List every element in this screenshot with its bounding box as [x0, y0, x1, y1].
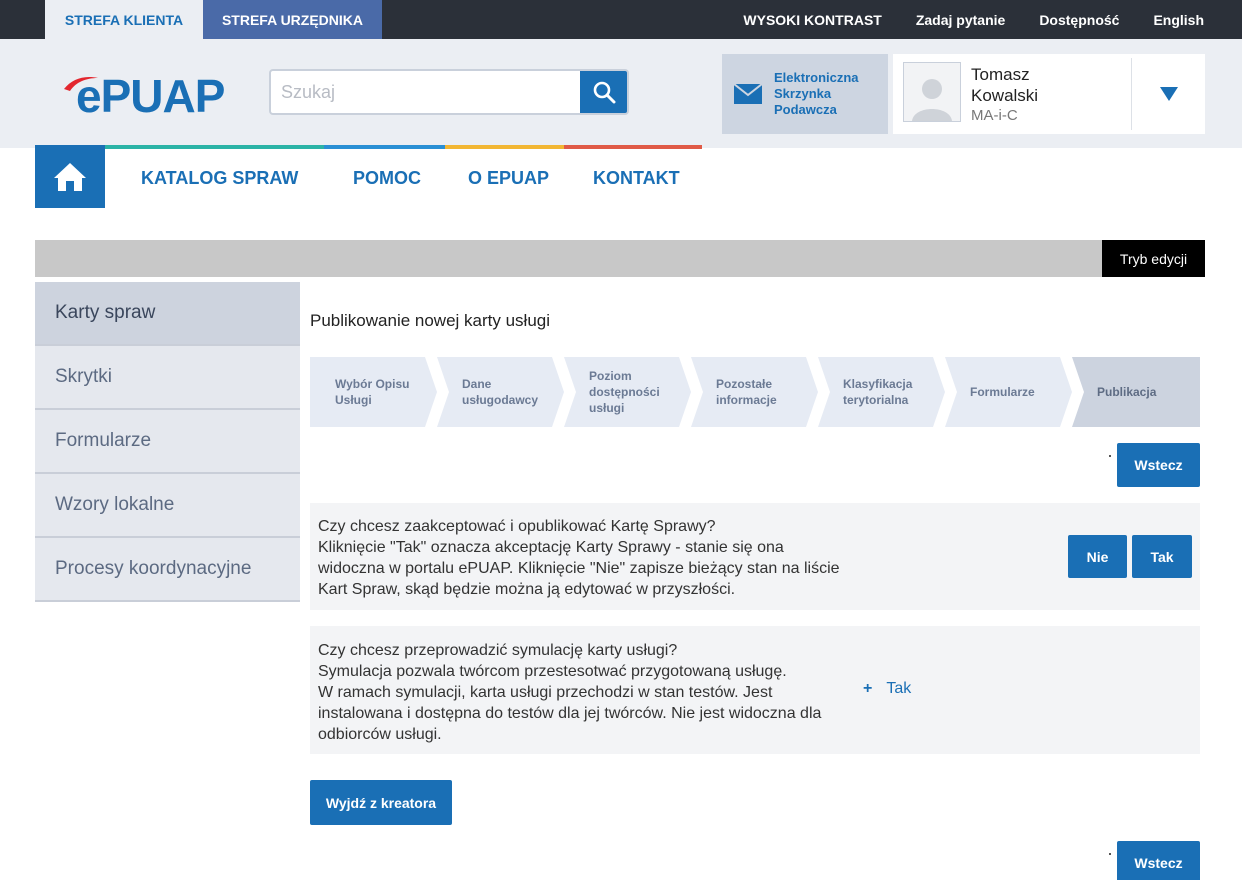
wizard-steps: Wybór Opisu Usługi Dane usługodawcy Poziom… [310, 357, 1200, 427]
inbox-label-line-3: Podawcza [774, 102, 837, 117]
wizard-step-5[interactable]: Klasyfikacja terytorialna [818, 357, 945, 427]
avatar[interactable] [903, 62, 961, 122]
exit-wizard-button[interactable]: Wyjdź z kreatora [310, 780, 452, 825]
inbox-label-line-2: Skrzynka [774, 86, 832, 101]
page-title: Publikowanie nowej karty usługi [310, 311, 551, 330]
top-bar: STREFA KLIENTA STREFA URZĘDNIKA WYSOKI K… [0, 0, 1242, 39]
step-label: Formularze [970, 385, 1035, 399]
triangle-down-icon [1159, 87, 1178, 101]
zone-tab-official[interactable]: STREFA URZĘDNIKA [203, 0, 382, 39]
user-placeholder-icon [912, 79, 952, 121]
wizard-step-1[interactable]: Wybór Opisu Usługi [310, 357, 437, 427]
sidebar-item-local-templates[interactable]: Wzory lokalne [35, 474, 300, 538]
epuap-logo-graphic: ePUAP [64, 70, 226, 122]
nav-about[interactable]: O ePUAP [468, 168, 549, 189]
header: ePUAP Elektroniczna Skrzynka Podawcza [0, 39, 1242, 148]
publish-yes-button[interactable]: Tak [1132, 535, 1192, 578]
nav-case-catalog[interactable]: KATALOG SPRAW [141, 168, 298, 189]
step-label: Pozostałe informacje [716, 377, 777, 407]
wizard-step-3[interactable]: Poziom dostępności usługi [564, 357, 691, 427]
nav-stripe-yellow [445, 145, 564, 149]
publish-question-text: Czy chcesz zaakceptować i opublikować Ka… [318, 518, 840, 598]
plus-icon: + [863, 680, 873, 697]
inbox-label-line-1: Elektroniczna [774, 70, 859, 85]
user-menu-toggle[interactable] [1132, 54, 1205, 134]
search-input[interactable] [271, 71, 581, 113]
nav-stripe-teal [105, 145, 324, 149]
nav-help[interactable]: POMOC [353, 168, 421, 189]
sidebar-item-coordination-processes[interactable]: Procesy koordynacyjne [35, 538, 300, 602]
step-label: Poziom dostępności usługi [589, 369, 660, 415]
high-contrast-link[interactable]: WYSOKI KONTRAST [743, 12, 881, 28]
inbox-label: Elektroniczna Skrzynka Podawcza [774, 70, 859, 118]
sidebar-item-forms[interactable]: Formularze [35, 410, 300, 474]
sidebar-item-mailboxes[interactable]: Skrytki [35, 346, 300, 410]
simulation-question-text: Czy chcesz przeprowadzić symulację karty… [318, 642, 822, 743]
zone-tab-client[interactable]: STREFA KLIENTA [45, 0, 203, 39]
dot-marker-bottom [1109, 853, 1111, 855]
wizard-step-4[interactable]: Pozostałe informacje [691, 357, 818, 427]
simulation-yes-label: Tak [886, 680, 912, 697]
nav-contact[interactable]: KONTAKT [593, 168, 680, 189]
user-panel: Tomasz Kowalski MA-i-C [893, 54, 1205, 134]
back-button-bottom[interactable]: Wstecz [1117, 841, 1200, 880]
nav-stripe-red [564, 145, 702, 149]
inbox-button[interactable]: Elektroniczna Skrzynka Podawcza [722, 54, 888, 134]
svg-text:ePUAP: ePUAP [76, 70, 225, 119]
ask-question-link[interactable]: Zadaj pytanie [916, 12, 1005, 28]
wizard-step-7[interactable]: Publikacja [1072, 357, 1200, 427]
sidebar-item-case-cards[interactable]: Karty spraw [35, 282, 300, 346]
epuap-logo[interactable]: ePUAP [62, 69, 242, 122]
sidebar: Karty spraw Skrytki Formularze Wzory lok… [35, 282, 300, 602]
step-label: Wybór Opisu Usługi [335, 377, 410, 407]
simulation-panel: Czy chcesz przeprowadzić symulację karty… [310, 626, 1200, 754]
search-icon [593, 81, 615, 104]
envelope-icon [734, 84, 762, 104]
accessibility-link[interactable]: Dostępność [1039, 12, 1119, 28]
wizard-step-6[interactable]: Formularze [945, 357, 1072, 427]
step-label: Publikacja [1097, 385, 1157, 399]
search-box [269, 69, 629, 115]
edit-mode-bar: Tryb edycji [35, 240, 1205, 277]
publish-no-button[interactable]: Nie [1068, 535, 1127, 578]
simulation-yes-link[interactable]: + Tak [863, 680, 911, 698]
user-first-name: Tomasz [971, 65, 1030, 84]
dot-marker [1109, 455, 1111, 457]
user-last-name: Kowalski [971, 86, 1039, 105]
edit-mode-button[interactable]: Tryb edycji [1102, 240, 1205, 277]
publish-panel: Czy chcesz zaakceptować i opublikować Ka… [310, 503, 1200, 610]
home-button[interactable] [35, 145, 105, 208]
nav-stripe-blue [324, 145, 445, 149]
step-label: Dane usługodawcy [462, 377, 539, 407]
search-button[interactable] [580, 71, 627, 113]
user-role: MA-i-C [971, 107, 1018, 124]
home-icon [54, 162, 86, 191]
back-button-top[interactable]: Wstecz [1117, 443, 1200, 487]
step-label: Klasyfikacja terytorialna [843, 377, 913, 407]
english-link[interactable]: English [1153, 12, 1204, 28]
wizard-step-2[interactable]: Dane usługodawcy [437, 357, 564, 427]
top-links: WYSOKI KONTRAST Zadaj pytanie Dostępność… [743, 0, 1204, 39]
